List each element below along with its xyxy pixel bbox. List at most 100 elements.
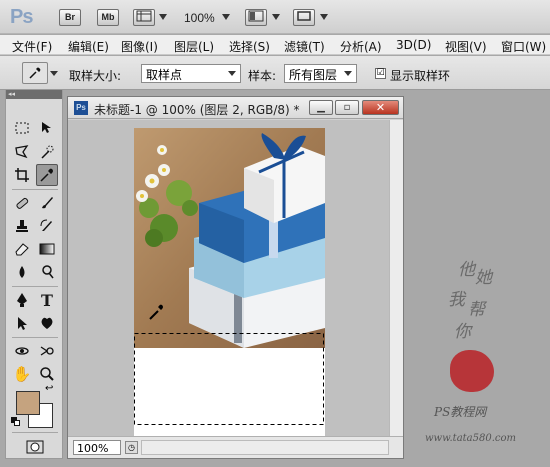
menu-bar: 文件(F) 编辑(E) 图像(I) 图层(L) 选择(S) 滤镜(T) 分析(A… bbox=[0, 35, 550, 55]
menu-select[interactable]: 选择(S) bbox=[229, 38, 270, 55]
arrange-dropdown-icon[interactable] bbox=[272, 14, 280, 20]
3d-camera-icon bbox=[40, 346, 54, 356]
3d-rotate-tool[interactable] bbox=[11, 340, 33, 362]
eraser-tool[interactable] bbox=[11, 238, 33, 260]
healing-brush-tool[interactable] bbox=[11, 192, 33, 214]
default-colors-icon[interactable] bbox=[11, 417, 20, 426]
document-title-bar[interactable]: Ps 未标题-1 @ 100% (图层 2, RGB/8) * ▁ ▫ ✕ bbox=[68, 97, 403, 119]
view-extras-button[interactable] bbox=[133, 9, 155, 26]
watermark-site-name: PS教程网 bbox=[434, 405, 487, 419]
tool-preset-picker[interactable] bbox=[22, 62, 48, 84]
document-title: 未标题-1 @ 100% (图层 2, RGB/8) * bbox=[94, 103, 300, 117]
arrange-documents-button[interactable] bbox=[245, 9, 267, 26]
eraser-icon bbox=[15, 243, 29, 256]
toolbox-collapse[interactable]: ◂◂ bbox=[6, 90, 62, 99]
crop-icon bbox=[15, 168, 29, 182]
path-arrow-icon bbox=[18, 317, 27, 330]
canvas-area[interactable] bbox=[68, 120, 403, 438]
toolbox: ◂◂ T ✋ ↩ bbox=[5, 89, 63, 459]
gradient-tool[interactable] bbox=[36, 238, 58, 260]
screen-mode-button[interactable] bbox=[293, 9, 315, 26]
sample-value: 所有图层 bbox=[289, 68, 338, 82]
menu-view[interactable]: 视图(V) bbox=[445, 38, 487, 55]
path-selection-tool[interactable] bbox=[11, 312, 33, 334]
clone-stamp-tool[interactable] bbox=[11, 215, 33, 237]
quick-mask-icon bbox=[26, 440, 44, 454]
sample-size-value: 取样点 bbox=[146, 68, 183, 82]
tool-preset-dropdown-icon[interactable] bbox=[50, 71, 58, 76]
dodge-icon bbox=[42, 265, 54, 279]
view-extras-dropdown-icon[interactable] bbox=[159, 14, 167, 20]
close-button[interactable]: ✕ bbox=[362, 100, 399, 115]
grid-icon bbox=[136, 10, 152, 22]
magnifier-icon bbox=[40, 367, 54, 381]
document-window: Ps 未标题-1 @ 100% (图层 2, RGB/8) * ▁ ▫ ✕ 10… bbox=[67, 96, 404, 459]
menu-file[interactable]: 文件(F) bbox=[12, 38, 52, 55]
watermark-seal bbox=[450, 350, 494, 392]
sample-size-label: 取样大小: bbox=[69, 69, 122, 83]
swap-colors-icon[interactable]: ↩ bbox=[45, 383, 53, 394]
3d-camera-tool[interactable] bbox=[36, 340, 58, 362]
shape-tool[interactable] bbox=[36, 312, 58, 334]
menu-image[interactable]: 图像(I) bbox=[121, 38, 158, 55]
eyedropper-tool[interactable] bbox=[36, 164, 58, 186]
menu-layer[interactable]: 图层(L) bbox=[174, 38, 214, 55]
zoom-dropdown-icon[interactable] bbox=[222, 14, 230, 20]
marquee-icon bbox=[15, 122, 29, 134]
gradient-icon bbox=[39, 243, 55, 255]
watermark-char: 你 bbox=[454, 322, 471, 342]
zoom-level[interactable]: 100% bbox=[184, 11, 215, 25]
maximize-button[interactable]: ▫ bbox=[335, 100, 359, 115]
document-zoom-field[interactable]: 100% bbox=[73, 440, 121, 455]
bridge-button[interactable]: Br bbox=[59, 9, 81, 26]
pen-icon bbox=[17, 293, 27, 307]
quick-mask-button[interactable] bbox=[24, 436, 46, 458]
mini-bridge-button[interactable]: Mb bbox=[97, 9, 119, 26]
history-brush-tool[interactable] bbox=[36, 215, 58, 237]
lasso-tool[interactable] bbox=[11, 141, 33, 163]
ps-document-icon: Ps bbox=[74, 101, 88, 115]
move-icon bbox=[42, 122, 51, 133]
menu-edit[interactable]: 编辑(E) bbox=[68, 38, 109, 55]
pen-tool[interactable] bbox=[11, 289, 33, 311]
eyedropper-icon bbox=[40, 168, 53, 182]
menu-window[interactable]: 窗口(W) bbox=[501, 38, 546, 55]
photoshop-logo: Ps bbox=[10, 6, 33, 28]
minimize-button[interactable]: ▁ bbox=[309, 100, 333, 115]
menu-3d[interactable]: 3D(D) bbox=[396, 38, 431, 52]
foreground-color-swatch[interactable] bbox=[16, 391, 40, 415]
hand-tool[interactable]: ✋ bbox=[11, 363, 33, 385]
sample-select[interactable]: 所有图层 bbox=[284, 64, 357, 83]
blur-tool[interactable] bbox=[11, 261, 33, 283]
sample-label: 样本: bbox=[248, 69, 277, 83]
stamp-icon bbox=[16, 220, 28, 232]
3d-rotate-icon bbox=[15, 347, 29, 355]
chevron-down-icon bbox=[344, 71, 352, 76]
quick-selection-tool[interactable] bbox=[36, 141, 58, 163]
type-tool[interactable]: T bbox=[36, 289, 58, 311]
show-sampling-ring-checkbox[interactable]: ☑ bbox=[375, 68, 386, 79]
watermark-char: 我 bbox=[448, 290, 465, 310]
horizontal-scrollbar[interactable] bbox=[141, 440, 389, 455]
status-info-icon[interactable]: ◷ bbox=[125, 441, 138, 454]
polygonal-lasso-icon bbox=[15, 145, 29, 159]
marquee-tool[interactable] bbox=[11, 117, 33, 139]
screen-mode-dropdown-icon[interactable] bbox=[320, 14, 328, 20]
menu-analysis[interactable]: 分析(A) bbox=[340, 38, 382, 55]
zoom-tool[interactable] bbox=[36, 363, 58, 385]
move-tool[interactable] bbox=[36, 117, 58, 139]
sample-size-select[interactable]: 取样点 bbox=[141, 64, 241, 83]
history-brush-icon bbox=[40, 219, 52, 231]
crop-tool[interactable] bbox=[11, 164, 33, 186]
dodge-tool[interactable] bbox=[36, 261, 58, 283]
watermark-char: 她 bbox=[475, 268, 492, 288]
vertical-scrollbar[interactable] bbox=[389, 120, 403, 436]
bandage-icon bbox=[16, 197, 29, 209]
document-image[interactable] bbox=[134, 128, 325, 438]
show-sampling-ring-label: 显示取样环 bbox=[390, 69, 451, 83]
toolbox-divider bbox=[12, 337, 58, 338]
toolbox-divider bbox=[12, 286, 58, 287]
menu-filter[interactable]: 滤镜(T) bbox=[284, 38, 325, 55]
custom-shape-icon bbox=[41, 317, 53, 329]
brush-tool[interactable] bbox=[36, 192, 58, 214]
